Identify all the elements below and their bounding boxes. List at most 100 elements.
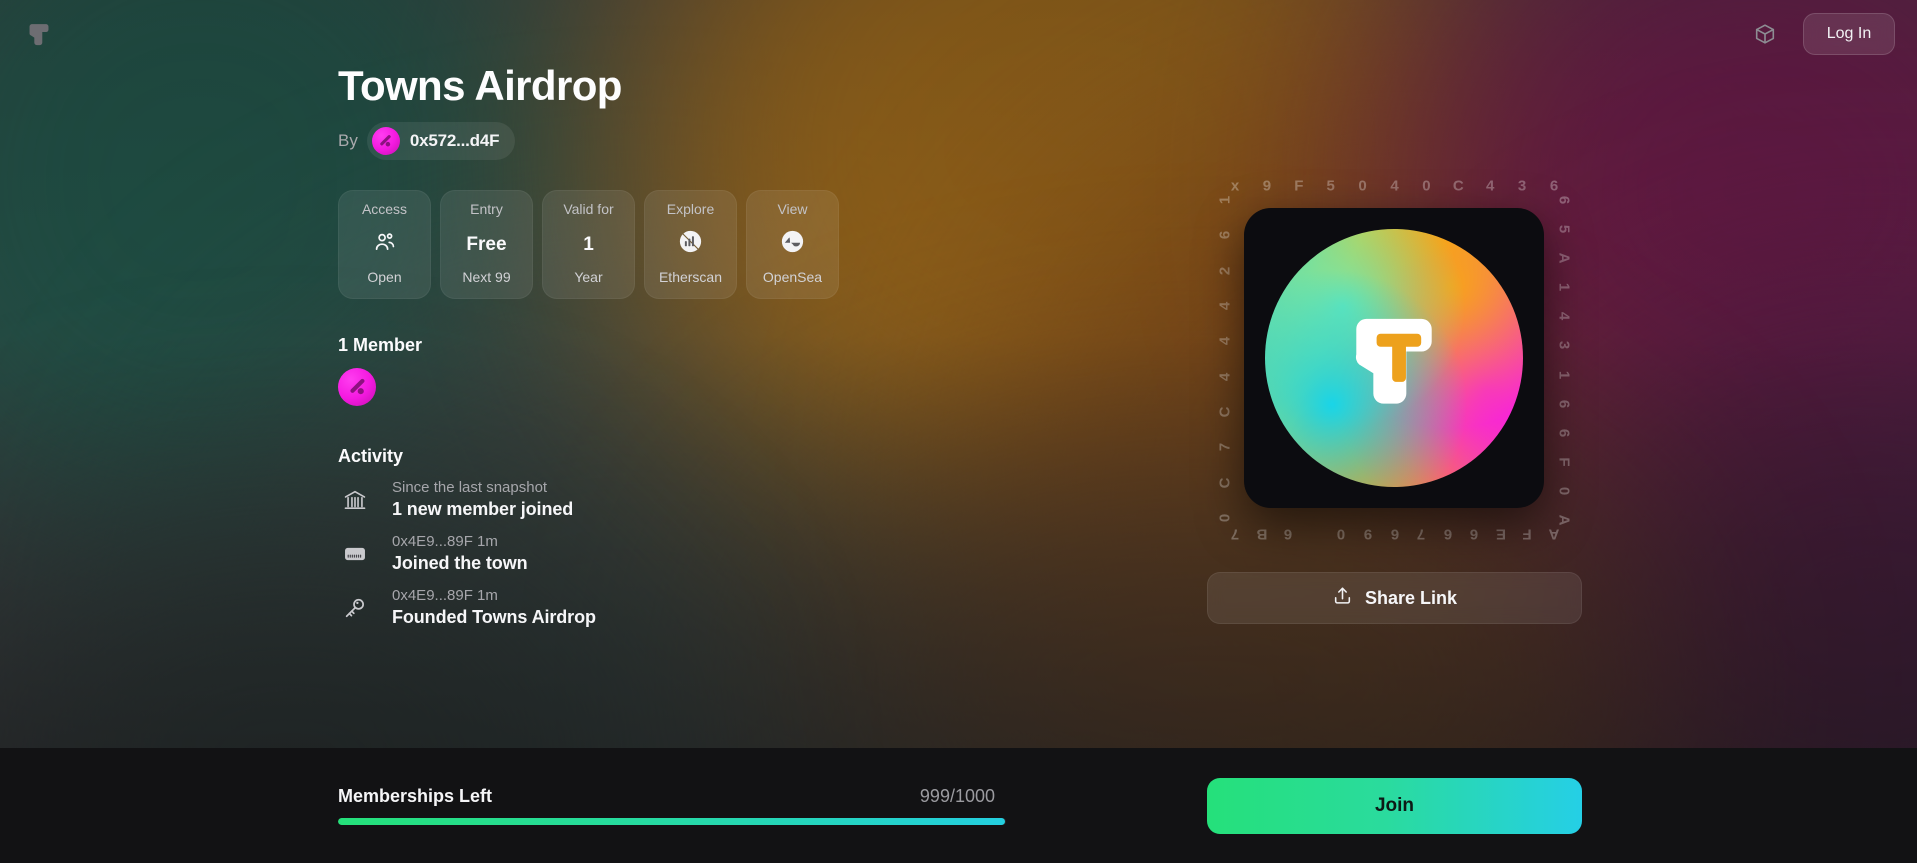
upload-icon [1332, 585, 1353, 611]
progress-fill [338, 818, 1006, 825]
hex-char: 0 [1337, 525, 1346, 543]
nft-frame: x9F5040C43665A143166F0AAFE667690 6B70C7C… [1207, 170, 1582, 550]
progress-track [338, 818, 1006, 825]
opensea-icon [780, 229, 805, 260]
activity-item: 0x4E9...89F 1m Founded Towns Airdrop [338, 587, 1058, 628]
info-card-view[interactable]: View OpenSea [746, 190, 839, 300]
towns-t-glyph [1355, 318, 1432, 404]
hex-char: 6 [1390, 525, 1399, 543]
share-link-label: Share Link [1364, 587, 1458, 608]
members-heading: 1 Member [338, 335, 423, 356]
hex-char: A [1555, 252, 1573, 264]
hex-char: 1 [1555, 283, 1573, 292]
card-bottom-label: Etherscan [658, 268, 723, 285]
hex-char: 3 [1555, 341, 1573, 350]
hex-char: 6 [1555, 195, 1573, 205]
towns-airdrop-page: Log In Towns Airdrop By 0x572...d4F Acce… [0, 0, 1917, 863]
member-avatars [338, 368, 1058, 407]
hex-char: 6 [1470, 525, 1479, 543]
hex-char: 0 [1422, 177, 1431, 195]
hex-char: 0 [1555, 486, 1573, 496]
hex-char: 7 [1416, 525, 1426, 543]
hex-char: 9 [1262, 177, 1272, 195]
hex-char: 3 [1517, 177, 1527, 195]
hex-char: 5 [1555, 224, 1573, 234]
card-value [373, 219, 397, 269]
hex-char: 6 [1216, 231, 1234, 240]
hex-char: 5 [1326, 177, 1335, 195]
hex-char: F [1294, 177, 1304, 195]
share-link-button[interactable]: Share Link [1207, 572, 1582, 624]
hex-char: 4 [1216, 372, 1234, 381]
hex-char: x [1230, 177, 1240, 195]
author-address: 0x572...d4F [409, 131, 500, 151]
hex-char: 6 [1283, 525, 1293, 543]
hex-char: B [1256, 525, 1267, 543]
info-card-access[interactable]: Access Open [338, 190, 431, 300]
hex-char: 6 [1443, 525, 1452, 543]
hex-char: C [1216, 477, 1234, 489]
activity-list: Since the last snapshot 1 new member joi… [338, 479, 1058, 628]
card-value: 1 [583, 233, 594, 255]
towns-logo-icon[interactable] [22, 17, 56, 51]
card-icon [338, 537, 372, 571]
join-label: Join [1374, 795, 1415, 816]
info-card-explore[interactable]: Explore Etherscan [644, 190, 737, 300]
hex-char: 6 [1549, 177, 1559, 195]
activity-item: 0x4E9...89F 1m Joined the town [338, 533, 1058, 574]
hex-char: A [1555, 514, 1573, 526]
people-icon [373, 230, 397, 260]
author-chip[interactable]: 0x572...d4F [366, 122, 516, 161]
hex-char: 0 [1358, 177, 1367, 195]
bottom-bar: Memberships Left 999/1000 Join [0, 748, 1917, 863]
page-title: Towns Airdrop [338, 62, 622, 109]
info-card-entry[interactable]: Entry Free Next 99 [440, 190, 533, 300]
hex-char: 4 [1216, 301, 1234, 311]
card-value [780, 219, 805, 269]
activity-title: Joined the town [392, 553, 528, 574]
hex-char: 4 [1390, 177, 1399, 195]
card-top-label: View [777, 201, 808, 218]
hex-char: A [1548, 525, 1560, 543]
hex-char [1313, 526, 1317, 543]
hex-char: 4 [1486, 177, 1495, 195]
hex-char: 1 [1555, 370, 1573, 379]
app-header: Log In [0, 0, 1917, 68]
activity-meta: 0x4E9...89F 1m [392, 533, 498, 551]
hex-char: 7 [1216, 443, 1234, 452]
activity-title: 1 new member joined [392, 499, 574, 520]
hex-char: 7 [1230, 525, 1240, 543]
hex-char: C [1216, 406, 1234, 418]
hex-char: C [1452, 177, 1464, 195]
card-bottom-label: Year [574, 268, 603, 285]
hex-char: F [1522, 525, 1532, 543]
card-value [678, 219, 703, 269]
hex-char: 6 [1555, 399, 1573, 408]
card-top-label: Explore [666, 201, 715, 218]
etherscan-icon [678, 229, 703, 260]
info-card-valid-for[interactable]: Valid for 1 Year [542, 190, 635, 300]
left-column: Towns Airdrop By 0x572...d4F Access Open… [338, 62, 1058, 628]
member-avatar[interactable] [338, 368, 376, 407]
nft-gradient-circle [1265, 229, 1523, 487]
card-top-label: Entry [470, 201, 503, 218]
login-button[interactable]: Log In [1803, 13, 1895, 55]
card-value: Free [466, 233, 507, 255]
nft-card[interactable] [1244, 208, 1544, 508]
hex-char: 1 [1216, 195, 1234, 205]
bank-icon [338, 483, 372, 517]
hex-char: 0 [1216, 513, 1234, 523]
activity-meta: Since the last snapshot [392, 479, 548, 497]
card-top-label: Access [361, 201, 408, 218]
card-bottom-label: Open [367, 268, 402, 285]
card-top-label: Valid for [563, 201, 614, 218]
memberships-progress: Memberships Left 999/1000 [338, 786, 1006, 825]
box-icon[interactable] [1745, 16, 1785, 52]
hex-char: 2 [1216, 266, 1234, 275]
hex-char: 4 [1555, 312, 1573, 321]
info-cards: Access Open Entry Free Next 99 Valid for… [338, 190, 1058, 300]
hex-char: 6 [1555, 428, 1573, 437]
card-bottom-label: Next 99 [462, 268, 511, 285]
activity-heading: Activity [338, 446, 404, 467]
join-button[interactable]: Join [1207, 778, 1582, 834]
